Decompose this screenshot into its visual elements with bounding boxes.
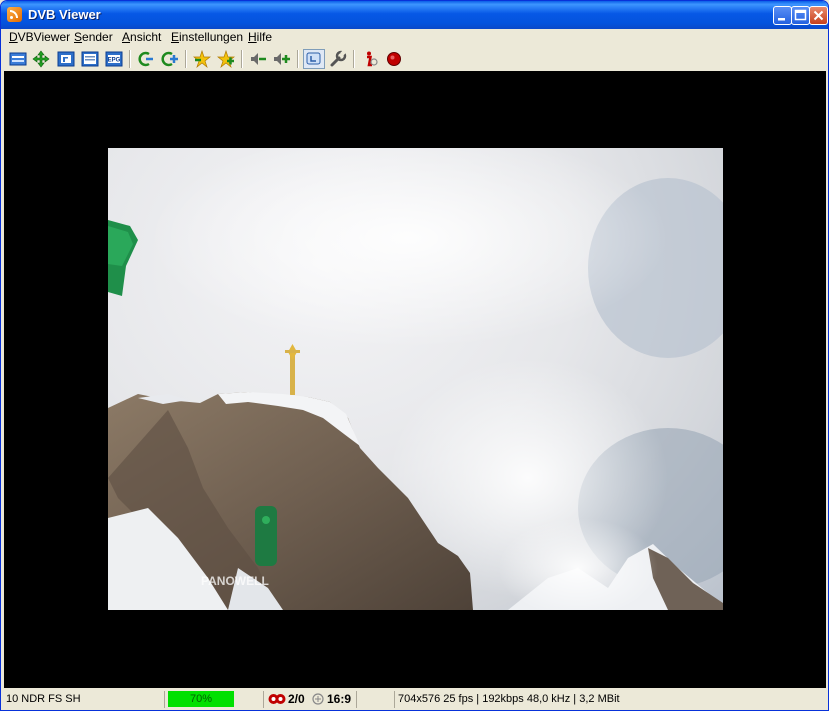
app-window: DVB Viewer DVBViewer Sender Ansicht Eins… — [0, 0, 829, 711]
signal-strength-label: 70% — [189, 693, 213, 705]
previous-channel-button[interactable] — [137, 50, 155, 68]
status-divider — [164, 691, 165, 708]
menu-einstellungen[interactable]: Einstellungen — [171, 30, 243, 44]
favorite-prev-icon — [193, 49, 211, 69]
status-divider — [394, 691, 395, 708]
toolbar-separator — [241, 50, 243, 68]
display-mode-button[interactable] — [303, 49, 325, 69]
settings-wrench-icon — [330, 50, 347, 67]
menu-label: Einstellungen — [171, 30, 244, 44]
channel-list-icon — [9, 52, 27, 66]
maximize-icon — [794, 9, 807, 21]
osd-icon — [81, 51, 99, 67]
status-bar: 10 NDR FS SH 2/0 16:9 704x576 25 fps | 1… — [1, 689, 828, 710]
menu-label: Sender — [74, 30, 113, 44]
record-icon — [387, 52, 401, 66]
window-title: DVB Viewer — [28, 7, 101, 22]
menu-label: Hilfe — [248, 30, 273, 44]
menu-sender[interactable]: Sender — [74, 30, 113, 44]
close-button[interactable] — [809, 6, 828, 25]
title-bar[interactable]: DVB Viewer — [1, 1, 828, 29]
video-display[interactable]: PANOWELL — [4, 71, 826, 688]
info-icon — [367, 51, 378, 67]
minimize-button[interactable] — [773, 6, 792, 25]
menu-bar: DVBViewer Sender Ansicht Einstellungen H… — [1, 29, 828, 47]
toolbar-separator — [185, 50, 187, 68]
aspect-icon — [312, 693, 324, 710]
volume-down-icon — [251, 53, 266, 65]
channel-list-button[interactable] — [9, 50, 27, 68]
previous-channel-icon — [138, 51, 153, 67]
menu-ansicht[interactable]: Ansicht — [122, 30, 161, 44]
status-divider — [263, 691, 264, 708]
volume-down-button[interactable] — [249, 50, 267, 68]
next-channel-icon — [161, 51, 178, 67]
record-button[interactable] — [385, 50, 403, 68]
toolbar-separator — [129, 50, 131, 68]
stream-info: 704x576 25 fps | 192kbps 48,0 kHz | 3,2 … — [398, 693, 620, 705]
audio-mode: 2/0 — [288, 692, 305, 706]
channel-name: 10 NDR FS SH — [6, 693, 81, 705]
rss-app-icon — [7, 7, 22, 22]
signal-strength-bar: 70% — [168, 691, 234, 707]
display-mode-icon — [306, 52, 321, 65]
maximize-button[interactable] — [791, 6, 810, 25]
teletext-button[interactable] — [57, 50, 75, 68]
status-divider — [356, 691, 357, 708]
video-frame: PANOWELL — [108, 148, 723, 610]
next-channel-button[interactable] — [161, 50, 179, 68]
volume-up-button[interactable] — [273, 50, 291, 68]
osd-button[interactable] — [81, 50, 99, 68]
toolbar: EPG — [1, 47, 828, 71]
toolbar-separator — [353, 50, 355, 68]
favorite-next-button[interactable] — [217, 49, 235, 69]
aspect-ratio: 16:9 — [327, 692, 352, 706]
menu-dvbviewer[interactable]: DVBViewer — [9, 30, 70, 44]
minimize-icon — [778, 18, 785, 21]
move-icon — [32, 50, 50, 68]
info-button[interactable] — [361, 50, 379, 68]
menu-label: Ansicht — [122, 30, 162, 44]
menu-hilfe[interactable]: Hilfe — [248, 30, 272, 44]
menu-label: DVBViewer — [9, 30, 71, 44]
audio-channels-icon — [268, 692, 286, 709]
close-icon — [813, 10, 824, 21]
favorite-prev-button[interactable] — [193, 49, 211, 69]
volume-up-icon — [274, 53, 290, 65]
teletext-icon — [57, 51, 75, 67]
mountain-scene-image: PANOWELL — [108, 148, 723, 610]
move-button[interactable] — [32, 50, 50, 68]
epg-button[interactable]: EPG — [105, 50, 123, 68]
video-overlay-text: PANOWELL — [201, 574, 269, 588]
toolbar-separator — [297, 50, 299, 68]
epg-icon: EPG — [105, 51, 123, 67]
svg-text:EPG: EPG — [108, 58, 121, 64]
favorite-next-icon — [217, 49, 235, 69]
settings-button[interactable] — [329, 50, 347, 68]
